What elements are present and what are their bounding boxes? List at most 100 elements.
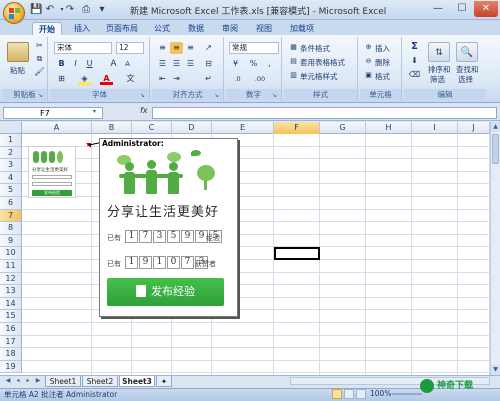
tab-data[interactable]: 数据 [184, 22, 208, 35]
select-all-button[interactable] [0, 122, 22, 134]
row-header[interactable]: 16 [0, 323, 22, 336]
row-header[interactable]: 11 [0, 260, 22, 273]
first-sheet-icon[interactable]: ◀ [3, 376, 13, 386]
fill-icon[interactable]: ⬇ [408, 55, 421, 67]
normal-view-icon[interactable] [332, 389, 342, 399]
close-button[interactable]: ✕ [474, 1, 498, 17]
bold-button[interactable]: B [55, 58, 68, 70]
align-bottom-icon[interactable]: ≡ [184, 42, 197, 54]
find-select-icon[interactable]: 🔍 [456, 42, 478, 62]
sheet-tab-1[interactable]: Sheet1 [45, 376, 81, 387]
publish-experience-button[interactable]: 发布经验 [107, 278, 224, 306]
italic-button[interactable]: I [69, 58, 82, 70]
name-box-dropdown-icon[interactable]: ▾ [93, 108, 96, 115]
dialog-launcher-icon[interactable]: ↘ [38, 92, 45, 99]
tab-view[interactable]: 视图 [252, 22, 276, 35]
formula-input[interactable] [152, 107, 497, 119]
comma-button[interactable]: , [263, 58, 276, 70]
autosum-button[interactable]: Σ [408, 41, 421, 53]
row-header[interactable]: 3 [0, 159, 22, 172]
number-format-select[interactable]: 常规 [229, 42, 279, 54]
insert-function-button[interactable]: fx [140, 106, 148, 115]
sort-filter-icon[interactable]: ⇅ [428, 42, 450, 62]
office-button[interactable] [3, 2, 25, 24]
scroll-thumb[interactable] [492, 134, 499, 164]
dialog-launcher-icon[interactable]: ↘ [214, 92, 221, 99]
page-break-view-icon[interactable] [356, 389, 366, 399]
row-header[interactable]: 7 [0, 209, 22, 223]
column-header[interactable]: C [132, 122, 172, 134]
column-header[interactable]: E [212, 122, 274, 134]
conditional-format-button[interactable]: 条件格式 [300, 43, 330, 54]
decrease-indent-icon[interactable]: ⇤ [156, 73, 169, 85]
vertical-scrollbar[interactable]: ▲ ▼ [490, 122, 500, 375]
column-header[interactable]: H [366, 122, 412, 134]
scroll-down-icon[interactable]: ▼ [491, 365, 500, 375]
percent-button[interactable]: % [247, 58, 260, 70]
scroll-up-icon[interactable]: ▲ [491, 122, 500, 132]
tab-insert[interactable]: 插入 [70, 22, 94, 35]
next-sheet-icon[interactable]: ▸ [23, 376, 33, 386]
font-name-select[interactable]: 宋体 [54, 42, 112, 54]
page-layout-view-icon[interactable] [344, 389, 354, 399]
row-header[interactable]: 10 [0, 247, 22, 260]
row-header[interactable]: 2 [0, 146, 22, 160]
tab-review[interactable]: 审阅 [218, 22, 242, 35]
tab-home[interactable]: 开始 [32, 22, 62, 35]
prev-sheet-icon[interactable]: ◂ [13, 376, 23, 386]
insert-cells-button[interactable]: 插入 [375, 43, 390, 54]
insert-sheet-icon[interactable]: ✦ [156, 376, 172, 387]
tab-addins[interactable]: 加载项 [286, 22, 318, 35]
row-header[interactable]: 13 [0, 285, 22, 298]
row-header[interactable]: 1 [0, 134, 22, 147]
customize-qat-icon[interactable]: ▾ [96, 4, 108, 16]
row-header[interactable]: 5 [0, 184, 22, 197]
row-header[interactable]: 8 [0, 222, 22, 235]
text-orientation-icon[interactable]: ↗ [202, 42, 215, 54]
increase-decimal-button[interactable]: .0 [231, 73, 244, 85]
undo-icon[interactable]: ↶ [44, 4, 56, 16]
align-center-icon[interactable]: ☰ [170, 58, 183, 70]
row-header[interactable]: 9 [0, 234, 22, 248]
sheet-tab-2[interactable]: Sheet2 [82, 376, 118, 387]
font-size-select[interactable]: 12 [116, 42, 144, 54]
currency-icon[interactable]: ¥ [229, 58, 242, 70]
save-icon[interactable]: 💾 [30, 4, 42, 16]
active-cell[interactable] [274, 247, 320, 260]
grow-font-button[interactable]: A [107, 58, 120, 70]
paste-icon[interactable] [7, 42, 29, 62]
fill-color-icon[interactable]: ◈ [78, 73, 91, 85]
delete-cells-button[interactable]: 删除 [375, 57, 390, 68]
maximize-button[interactable]: ☐ [450, 1, 474, 17]
decrease-decimal-button[interactable]: .00 [251, 73, 269, 85]
column-header[interactable]: I [412, 122, 458, 134]
align-right-icon[interactable]: ☰ [184, 58, 197, 70]
format-cells-button[interactable]: 格式 [375, 71, 390, 82]
column-header[interactable]: D [172, 122, 212, 134]
zoom-slider[interactable] [392, 393, 422, 395]
align-middle-icon[interactable]: ≡ [170, 42, 183, 54]
format-as-table-button[interactable]: 套用表格格式 [300, 57, 345, 68]
last-sheet-icon[interactable]: ▶ [33, 376, 43, 386]
column-header[interactable]: J [458, 122, 490, 134]
wrap-text-icon[interactable]: ↵ [202, 73, 215, 85]
tab-formulas[interactable]: 公式 [150, 22, 174, 35]
row-header[interactable]: 6 [0, 197, 22, 210]
align-top-icon[interactable]: ≡ [156, 42, 169, 54]
thumbnail-image[interactable]: 分享让生活更美好 发布经验 [28, 146, 76, 198]
dialog-launcher-icon[interactable]: ↘ [140, 92, 147, 99]
clear-icon[interactable]: ⌫ [408, 69, 421, 81]
dialog-launcher-icon[interactable]: ↘ [272, 92, 279, 99]
row-header[interactable]: 12 [0, 272, 22, 286]
tab-page-layout[interactable]: 页面布局 [102, 22, 142, 35]
row-header[interactable]: 19 [0, 360, 22, 374]
font-color-icon[interactable]: A [100, 73, 113, 85]
redo-icon[interactable]: ↷ [64, 4, 76, 16]
format-painter-icon[interactable]: 🖌 [33, 66, 46, 78]
align-left-icon[interactable]: ☰ [156, 58, 169, 70]
merge-center-icon[interactable]: ⊟ [202, 58, 215, 70]
row-header[interactable]: 18 [0, 348, 22, 361]
shrink-font-button[interactable]: A [121, 58, 134, 70]
cut-icon[interactable]: ✂ [33, 40, 46, 52]
sheet-tab-3[interactable]: Sheet3 [119, 376, 155, 387]
